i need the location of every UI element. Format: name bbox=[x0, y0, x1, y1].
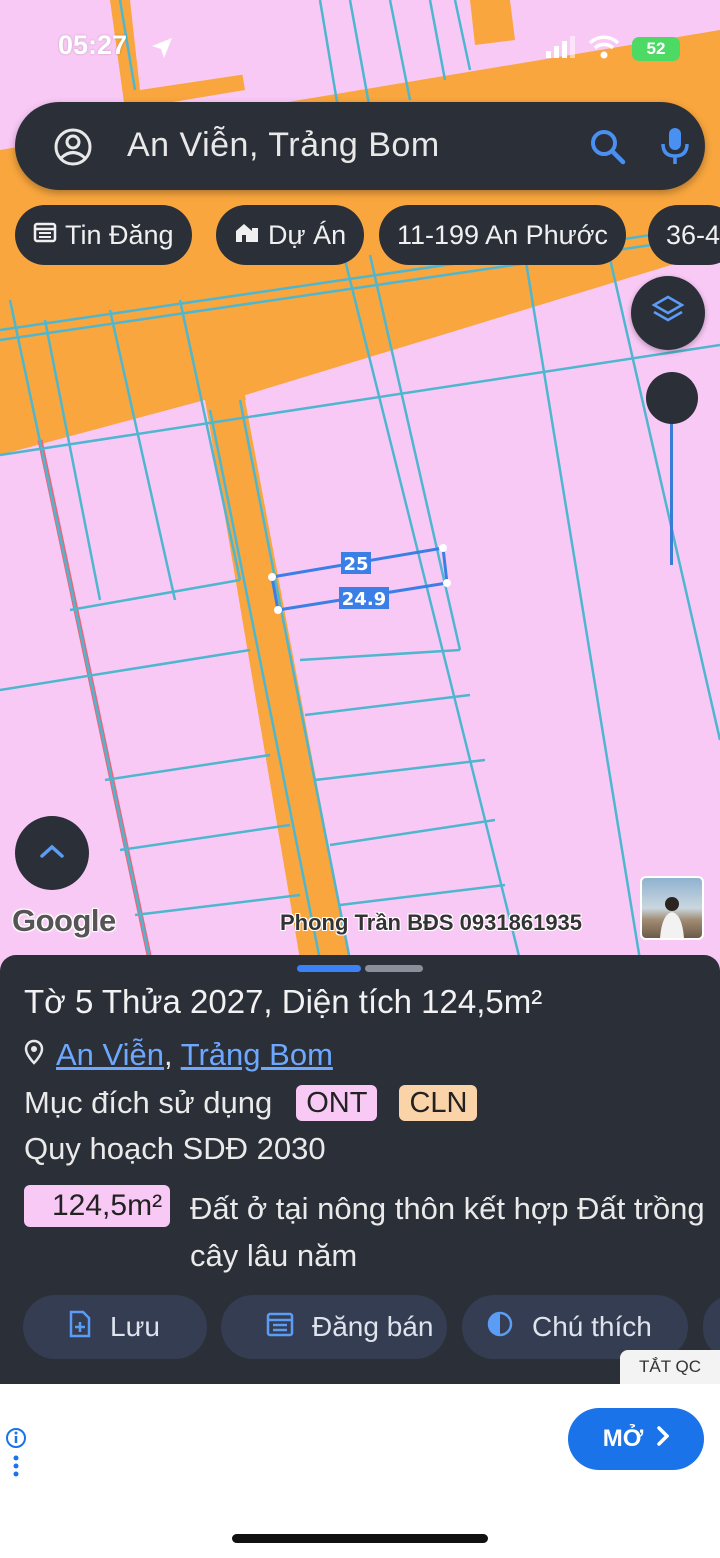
google-logo: Google bbox=[12, 903, 116, 938]
layers-button[interactable] bbox=[631, 276, 705, 350]
close-ad-button[interactable]: TẮT QC bbox=[620, 1350, 720, 1384]
opacity-slider-track[interactable] bbox=[670, 400, 673, 565]
ad-open-button[interactable]: MỞ bbox=[568, 1408, 704, 1470]
location-separator: , bbox=[164, 1037, 173, 1072]
sheet-handle[interactable] bbox=[365, 965, 423, 972]
save-button[interactable]: Lưu bbox=[23, 1295, 207, 1359]
purpose-badge-ont: ONT bbox=[296, 1085, 378, 1121]
dim-label-top: 25 bbox=[343, 554, 368, 575]
search-icon[interactable] bbox=[589, 128, 627, 170]
ad-open-label: MỞ bbox=[602, 1425, 644, 1452]
home-indicator[interactable] bbox=[232, 1534, 488, 1543]
chip-du-an[interactable]: Dự Án bbox=[216, 205, 365, 265]
parcel-vertex bbox=[268, 573, 276, 581]
land-purpose-row: Mục đích sử dụng ONT CLN bbox=[24, 1085, 478, 1121]
commune-link[interactable]: An Viễn bbox=[56, 1037, 164, 1072]
opacity-slider-knob[interactable] bbox=[646, 372, 698, 424]
legend-label: Chú thích bbox=[532, 1311, 652, 1342]
parcel-vertex bbox=[443, 579, 451, 587]
parcel-info-sheet: Tờ 5 Thửa 2027, Diện tích 124,5m² An Viễ… bbox=[0, 955, 720, 1385]
parcel-vertex bbox=[274, 606, 282, 614]
chip-label: 36-4 bbox=[666, 219, 720, 250]
district-link[interactable]: Trảng Bom bbox=[181, 1037, 333, 1072]
action-bar: Lưu Đăng bán Chú thích bbox=[23, 1295, 720, 1361]
wifi-icon bbox=[588, 35, 620, 63]
file-plus-icon bbox=[68, 1310, 92, 1345]
filter-chips: Tin Đăng Dự Án 11-199 An Phước 36-4 bbox=[15, 205, 720, 265]
search-bar[interactable]: An Viễn, Trảng Bom bbox=[15, 102, 705, 190]
home-indicator-area bbox=[0, 1496, 720, 1558]
status-bar: 05:27 52 bbox=[0, 0, 720, 96]
sheet-handle-active[interactable] bbox=[297, 965, 361, 972]
search-input[interactable]: An Viễn, Trảng Bom bbox=[127, 126, 440, 165]
purpose-label: Mục đích sử dụng bbox=[24, 1085, 273, 1120]
planning-description: Đất ở tại nông thôn kết hợp Đất trồng câ… bbox=[190, 1191, 705, 1273]
chip-36[interactable]: 36-4 bbox=[648, 205, 720, 265]
chip-label: Dự Án bbox=[268, 219, 347, 250]
chip-label: Tin Đăng bbox=[65, 219, 174, 250]
chip-label: 11-199 An Phước bbox=[397, 219, 608, 250]
chevron-right-icon bbox=[657, 1425, 670, 1453]
location-pin-icon bbox=[24, 1037, 44, 1073]
profile-thumbnail[interactable] bbox=[640, 876, 704, 940]
chevron-up-icon bbox=[39, 843, 65, 863]
calendar-list-icon bbox=[266, 1311, 294, 1344]
building-icon bbox=[234, 220, 260, 251]
map-watermark: Phong Trần BĐS 0931861935 bbox=[280, 910, 583, 935]
ad-banner[interactable]: MỞ bbox=[0, 1384, 720, 1496]
post-sale-button[interactable]: Đăng bán bbox=[221, 1295, 447, 1359]
status-time: 05:27 bbox=[58, 30, 128, 60]
location-arrow-icon bbox=[150, 36, 174, 64]
battery-indicator: 52 bbox=[632, 37, 680, 61]
parcel-vertex bbox=[439, 544, 447, 552]
layers-icon bbox=[651, 294, 685, 332]
dim-label-bottom: 24.9 bbox=[342, 589, 386, 610]
location-row: An Viễn, Trảng Bom bbox=[24, 1037, 333, 1073]
chip-tin-dang[interactable]: Tin Đăng bbox=[15, 205, 192, 265]
microphone-icon[interactable] bbox=[660, 126, 690, 170]
signal-icon bbox=[546, 36, 576, 62]
parcel-title: Tờ 5 Thửa 2027, Diện tích 124,5m² bbox=[24, 983, 543, 1020]
account-icon[interactable] bbox=[53, 127, 93, 171]
purpose-badge-cln: CLN bbox=[399, 1085, 478, 1121]
planning-area-badge: 124,5m² bbox=[24, 1185, 171, 1227]
chip-an-phuoc[interactable]: 11-199 An Phước bbox=[379, 205, 626, 265]
info-icon[interactable] bbox=[4, 1426, 28, 1482]
save-label: Lưu bbox=[110, 1311, 160, 1342]
contrast-icon bbox=[486, 1310, 514, 1345]
post-sale-label: Đăng bán bbox=[312, 1311, 434, 1342]
planning-label: Quy hoạch SDĐ 2030 bbox=[24, 1131, 326, 1166]
expand-sheet-button[interactable] bbox=[15, 816, 89, 890]
calendar-icon bbox=[33, 220, 57, 251]
